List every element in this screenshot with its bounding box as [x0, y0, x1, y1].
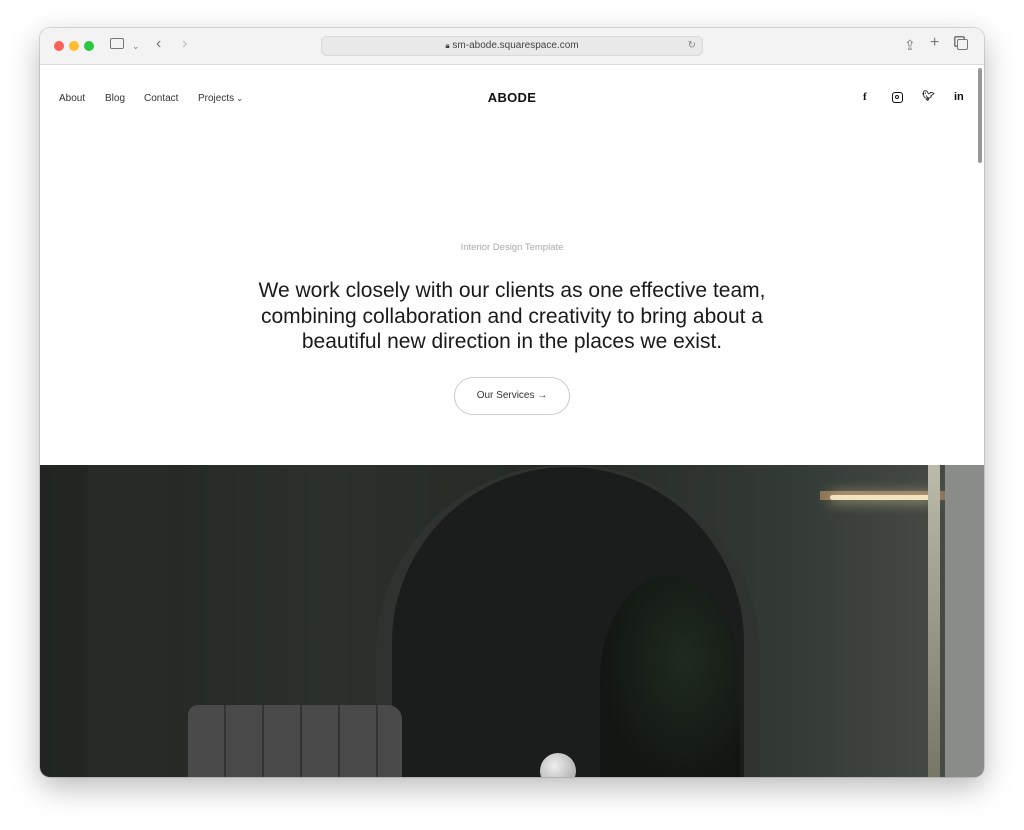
wall-light [945, 465, 984, 777]
our-services-button[interactable]: Our Services → [454, 377, 570, 415]
browser-toolbar: ⌄ ‹ › 🔒︎ sm-abode.squarespace.com ↻ ⇪ + [40, 28, 984, 65]
url-text: sm-abode.squarespace.com [452, 40, 579, 51]
lamp-light [830, 495, 935, 500]
share-icon[interactable]: ⇪ [904, 37, 916, 54]
reload-icon[interactable]: ↻ [688, 37, 696, 55]
page-content: About Blog Contact Projects ⌄ ABODE f 🐦︎… [40, 65, 984, 777]
hero-image [40, 465, 984, 777]
facebook-icon[interactable]: f [863, 91, 867, 103]
scrollbar[interactable] [978, 68, 982, 163]
browser-window: ⌄ ‹ › 🔒︎ sm-abode.squarespace.com ↻ ⇪ + … [40, 28, 984, 777]
maximize-button[interactable] [84, 41, 94, 51]
armchair [188, 705, 402, 777]
hero-headline: We work closely with our clients as one … [258, 279, 766, 353]
lamp-pole [928, 465, 940, 777]
sidebar-toggle-icon[interactable] [110, 38, 124, 49]
chevron-down-icon[interactable]: ⌄ [132, 41, 140, 52]
forward-icon[interactable]: › [182, 35, 187, 53]
minimize-button[interactable] [69, 41, 79, 51]
twitter-icon[interactable]: 🐦︎ [922, 91, 935, 102]
back-icon[interactable]: ‹ [156, 35, 161, 53]
linkedin-icon[interactable]: in [954, 91, 964, 103]
plant [600, 575, 740, 777]
hero-eyebrow: Interior Design Template [460, 242, 564, 253]
close-button[interactable] [54, 41, 64, 51]
tab-overview-icon[interactable] [957, 39, 968, 50]
site-logo[interactable]: ABODE [40, 90, 984, 105]
new-tab-icon[interactable]: + [930, 34, 939, 52]
address-bar[interactable]: 🔒︎ sm-abode.squarespace.com ↻ [321, 36, 703, 56]
instagram-icon[interactable] [892, 92, 903, 103]
lock-icon: 🔒︎ [445, 41, 450, 50]
wall-pillar [88, 465, 168, 777]
